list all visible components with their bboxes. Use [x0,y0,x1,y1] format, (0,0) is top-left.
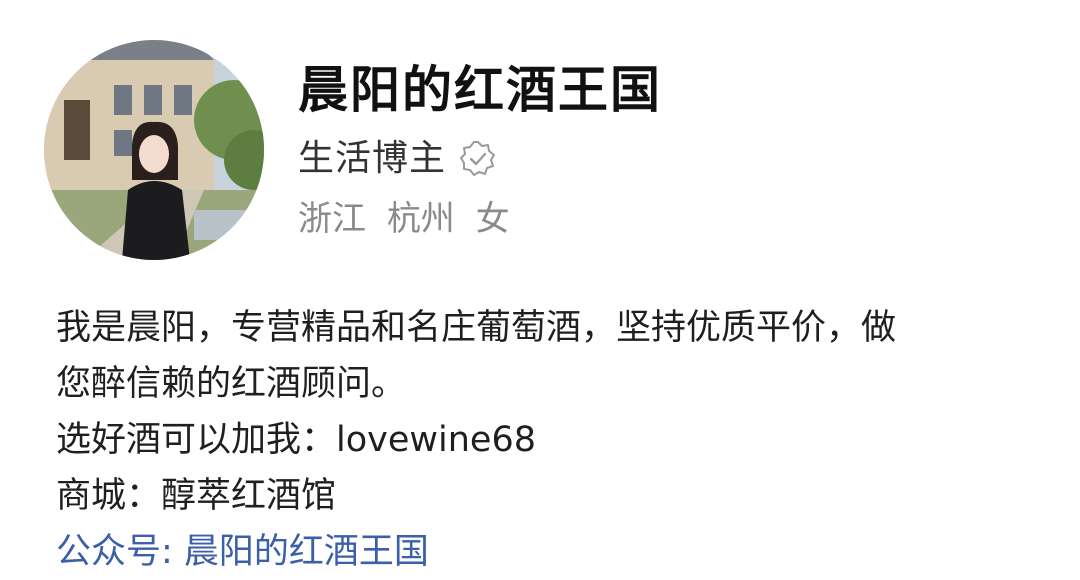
profile-role: 生活博主 [298,138,447,179]
bio-line-2: 您醉信赖的红酒顾问。 [56,364,407,404]
profile-name: 晨阳的红酒王国 [298,61,662,119]
bio-line-1: 我是晨阳，专营精品和名庄葡萄酒，坚持优质平价，做 [56,308,897,348]
verified-badge-icon[interactable] [458,139,498,179]
bio-contact-line: 选好酒可以加我：lovewine68 [56,420,536,460]
profile-header: 晨阳的红酒王国 生活博主 浙江 杭州 女 [0,0,1080,280]
gender: 女 [475,199,510,239]
avatar[interactable] [44,40,264,260]
role-row: 生活博主 [298,136,498,182]
location-province: 浙江 [298,199,366,239]
avatar-photo-icon [44,40,264,260]
official-account-link[interactable]: 公众号: 晨阳的红酒王国 [56,524,1036,580]
location-city: 杭州 [386,199,455,239]
profile-bio: 我是晨阳，专营精品和名庄葡萄酒，坚持优质平价，做 您醉信赖的红酒顾问。 选好酒可… [56,300,1036,580]
bio-shop-line: 商城：醇萃红酒馆 [56,476,337,516]
profile-meta: 浙江 杭州 女 [298,196,520,242]
